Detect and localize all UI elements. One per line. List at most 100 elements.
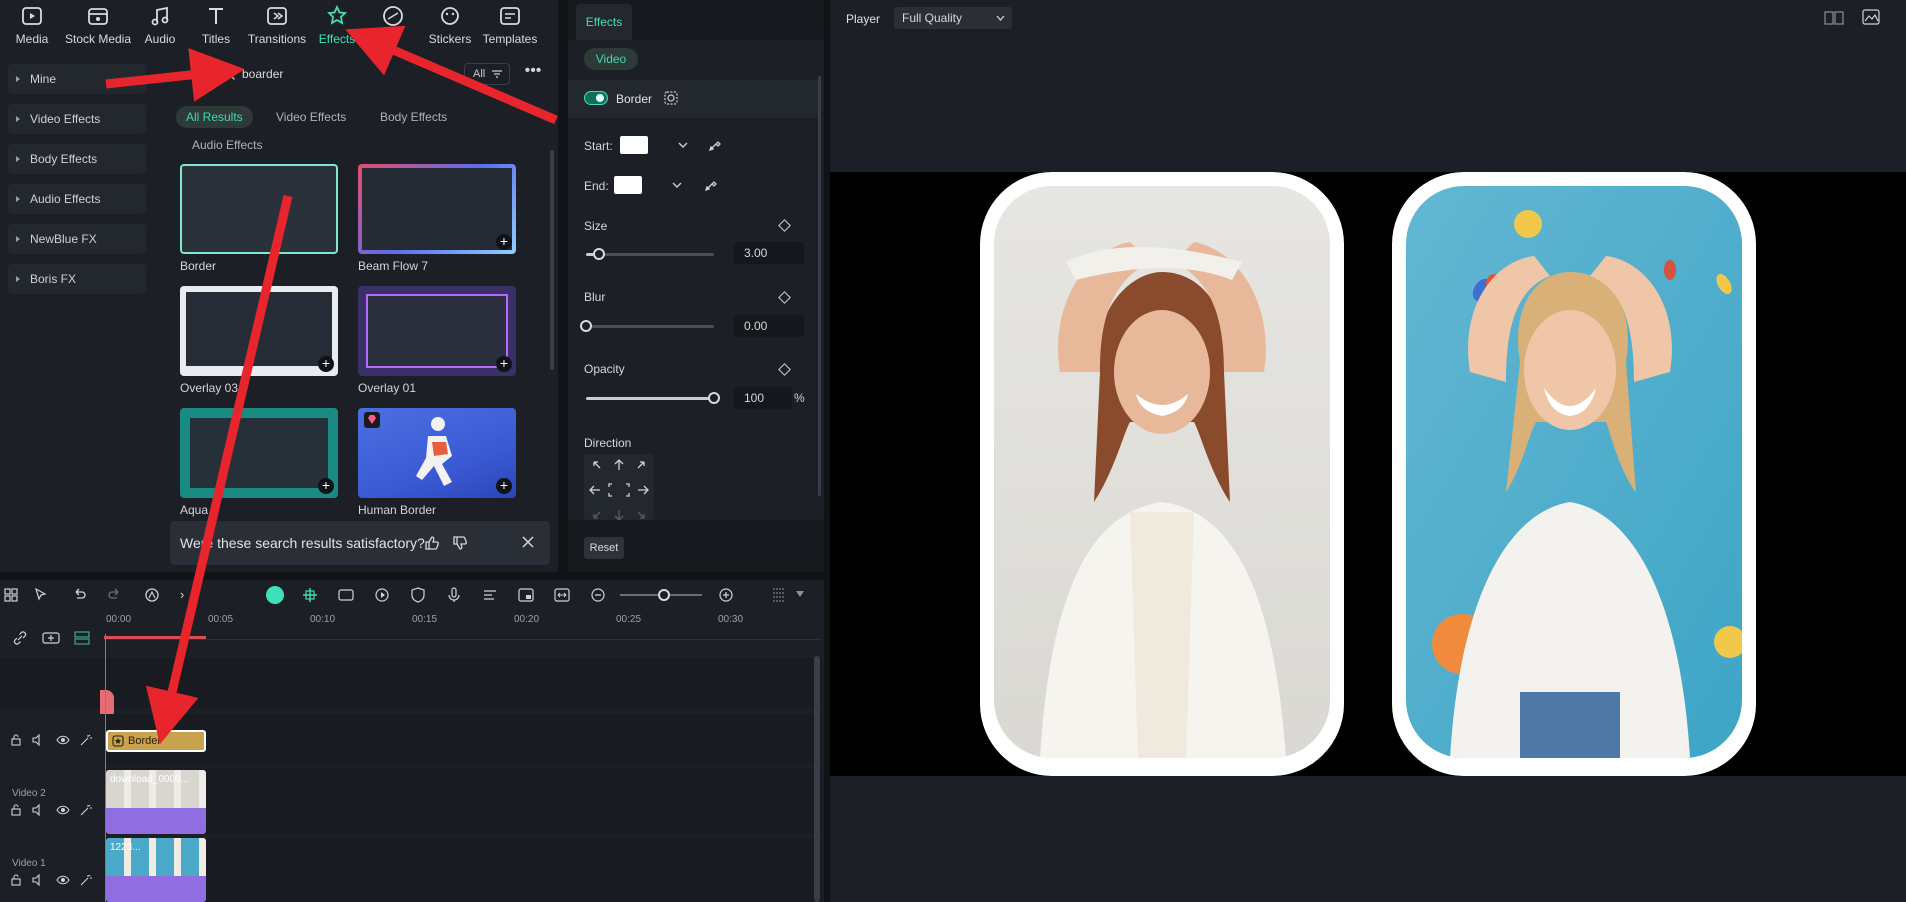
keyframe-icon[interactable] [778,363,791,376]
zoom-in-icon[interactable] [718,587,734,603]
lock-icon[interactable] [10,874,22,886]
add-effect-icon[interactable]: + [318,356,334,372]
close-icon[interactable] [522,536,534,548]
toolbar-effects[interactable]: Effects [316,4,358,48]
track-manager-icon[interactable] [74,630,90,646]
nav-item-newblue-fx[interactable]: NewBlue FX [8,224,146,254]
more-tools-icon[interactable]: › [180,587,184,602]
keyframe-icon[interactable] [778,291,791,304]
eye-icon[interactable] [56,804,70,816]
lock-icon[interactable] [10,734,22,746]
select-cursor-icon[interactable] [34,588,50,602]
video-preview[interactable] [830,172,1906,776]
add-effect-icon[interactable]: + [318,478,334,494]
pip-icon[interactable] [518,587,534,603]
toolbar-media[interactable]: Media [10,4,54,48]
play-circle-icon[interactable] [374,587,390,603]
snap-icon[interactable] [302,587,318,603]
nav-item-video-effects[interactable]: Video Effects [8,104,146,134]
keyframe-icon[interactable] [778,219,791,232]
filter-dropdown[interactable]: All [464,63,510,85]
layout-grid-icon[interactable] [4,588,18,602]
opacity-value[interactable]: 100 [734,387,792,409]
eyedropper-icon[interactable] [708,138,722,152]
toolbar-stickers[interactable]: Stickers [428,4,472,48]
effect-card-human-border[interactable]: + [358,408,516,498]
subtab-video[interactable]: Video [584,48,638,70]
add-effect-icon[interactable]: + [496,234,512,250]
time-ruler[interactable]: 00:00 00:05 00:10 00:15 00:20 00:25 00:3… [104,614,822,640]
props-scrollbar[interactable] [818,76,821,496]
ai-tool-icon[interactable] [144,587,160,603]
playhead-line[interactable] [105,634,106,902]
blur-value[interactable]: 0.00 [734,315,804,337]
effect-card-border[interactable] [180,164,338,254]
direction-arrows-icon[interactable] [584,454,654,520]
speaker-icon[interactable] [32,804,44,816]
mask-icon[interactable] [664,91,678,105]
undo-icon[interactable] [72,588,86,602]
auto-reframe-icon[interactable] [338,587,354,603]
link-icon[interactable] [12,630,28,646]
video-1-clip[interactable]: 1223... [106,838,206,902]
chevron-down-icon[interactable] [796,591,804,597]
toolbar-transitions[interactable]: Transitions [244,4,310,48]
nav-item-boris-fx[interactable]: Boris FX [8,264,146,294]
redo-icon[interactable] [108,588,122,602]
lock-icon[interactable] [10,804,22,816]
speaker-icon[interactable] [32,734,44,746]
chip-body-effects[interactable]: Body Effects [370,106,457,128]
ai-assist-icon[interactable] [266,586,284,604]
search-input[interactable] [242,63,442,85]
eye-icon[interactable] [56,874,70,886]
nav-item-audio-effects[interactable]: Audio Effects [8,184,146,214]
magic-wand-icon[interactable] [80,874,92,886]
size-slider[interactable] [586,253,714,256]
size-slider-knob[interactable] [592,248,605,260]
chip-audio-effects[interactable]: Audio Effects [182,134,273,156]
toolbar-templates[interactable]: Templates [482,4,538,48]
reset-button[interactable]: Reset [584,537,624,559]
subtitles-icon[interactable] [482,587,498,603]
border-effect-clip[interactable]: Border [106,730,206,752]
speaker-icon[interactable] [32,874,44,886]
effect-card-beam-flow[interactable]: + [358,164,516,254]
timeline-scrollbar[interactable] [814,656,820,902]
effect-card-aqua[interactable]: + [180,408,338,498]
size-value[interactable]: 3.00 [734,242,804,264]
chip-all-results[interactable]: All Results [176,106,253,128]
fit-width-icon[interactable] [554,587,570,603]
more-options-icon[interactable]: ••• [522,63,544,83]
blur-slider[interactable] [586,325,714,328]
zoom-slider-knob[interactable] [658,589,670,601]
toolbar-stock-media[interactable]: Stock Media [60,4,136,48]
browser-scrollbar[interactable] [550,150,554,370]
toolbar-audio[interactable]: Audio [140,4,180,48]
chip-video-effects[interactable]: Video Effects [266,106,356,128]
magic-wand-icon[interactable] [80,804,92,816]
eyedropper-icon[interactable] [704,178,718,192]
microphone-icon[interactable] [446,587,462,603]
effect-card-overlay-03[interactable]: + [180,286,338,376]
thumbs-up-icon[interactable] [424,535,440,551]
effect-card-overlay-01[interactable]: + [358,286,516,376]
end-color-picker[interactable] [614,175,686,197]
shield-icon[interactable] [410,587,426,603]
track-options-icon[interactable] [772,587,786,603]
toolbar-filters[interactable] [378,4,408,48]
toolbar-titles[interactable]: Titles [196,4,236,48]
start-color-picker[interactable] [620,135,692,157]
zoom-out-icon[interactable] [590,587,606,603]
snapshot-icon[interactable] [1862,9,1880,25]
quality-dropdown[interactable]: Full Quality [894,7,1012,29]
effect-enable-toggle[interactable] [584,91,608,105]
tab-effects[interactable]: Effects [576,4,632,40]
grid-view-icon[interactable] [1824,10,1844,26]
thumbs-down-icon[interactable] [452,535,468,551]
add-effect-icon[interactable]: + [496,356,512,372]
eye-icon[interactable] [56,734,70,746]
magic-wand-icon[interactable] [80,734,92,746]
video-2-clip[interactable]: download_0000... [106,770,206,834]
nav-item-mine[interactable]: Mine [8,64,146,94]
nav-item-body-effects[interactable]: Body Effects [8,144,146,174]
